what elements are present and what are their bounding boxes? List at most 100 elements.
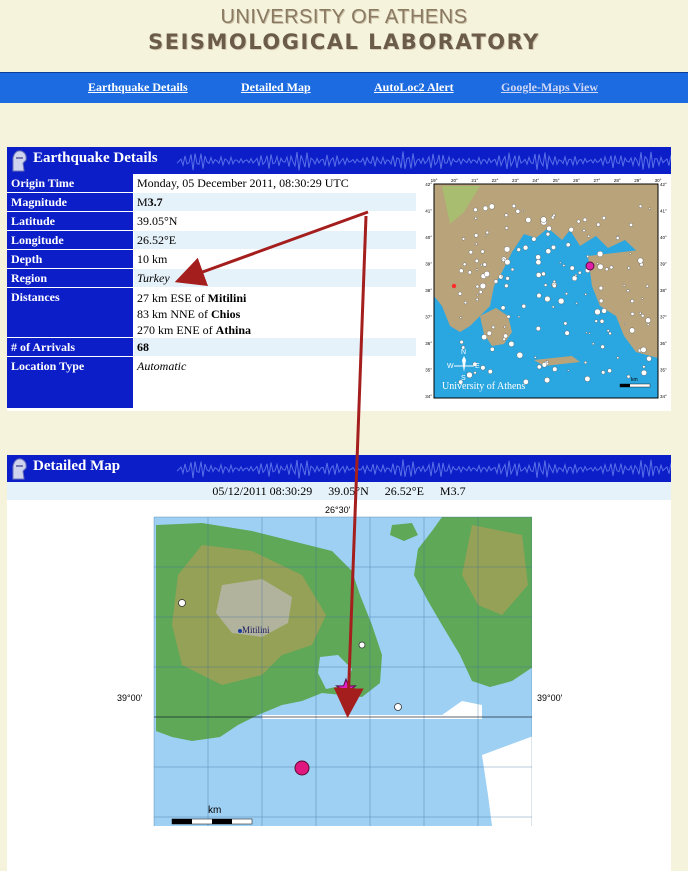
nav-link-earthquake-details[interactable]: Earthquake Details	[88, 80, 188, 95]
seismicity-dot	[545, 232, 550, 237]
details-title: Earthquake Details	[33, 150, 158, 166]
small-event-marker	[358, 641, 366, 649]
city-label-mitilini: Mitilini	[242, 625, 270, 635]
seismicity-dot	[535, 272, 542, 278]
detail-row-origin-time: Origin Time Monday, 05 December 2011, 08…	[7, 174, 416, 193]
detail-row-distances: Distances 27 km ESE of Mitilini 83 km NN…	[7, 288, 416, 338]
tick-label: 27°	[594, 178, 601, 183]
seismicity-dot	[473, 371, 477, 375]
map-title: Detailed Map	[33, 458, 121, 474]
seismicity-dot	[463, 300, 468, 305]
svg-text:km: km	[631, 377, 638, 383]
seismicity-dot	[598, 298, 604, 304]
detail-label: Latitude	[7, 212, 133, 231]
detail-label: Origin Time	[7, 174, 133, 193]
seismicity-dot	[506, 314, 511, 319]
overview-map[interactable]: 19° 20° 21° 22° 23° 24° 25° 26° 27° 28° 29° 30° 42°…	[420, 176, 670, 406]
seismicity-dot	[630, 299, 635, 304]
tick-label: 22°	[492, 178, 499, 183]
seismicity-dot	[606, 329, 610, 333]
seismicity-dot	[609, 265, 614, 270]
overview-event-marker	[585, 261, 595, 271]
seismicity-dot	[483, 270, 490, 277]
tick-label: 28°	[614, 178, 621, 183]
seismicity-dot	[584, 375, 591, 382]
tick-label: 41°	[425, 209, 432, 214]
seismicity-dot	[503, 325, 506, 329]
detail-value: 10 km	[134, 250, 416, 269]
seismicity-dot	[641, 369, 647, 376]
seismicity-dot	[569, 265, 575, 271]
seismicity-dot	[541, 271, 546, 277]
detailed-map[interactable]: 26°30' Mitilini km	[142, 505, 532, 826]
seismicity-dot	[586, 255, 590, 258]
seismicity-dot	[531, 236, 537, 242]
content-area: Earthquake Details Origin Time Monday, 0…	[0, 103, 688, 871]
seismicity-dot	[591, 342, 595, 346]
caption-lat: 39.05°N	[328, 484, 369, 498]
nav-link-google-maps-view[interactable]: Google-Maps View	[501, 80, 598, 95]
seismicity-dot	[582, 229, 586, 233]
magnitude-prefix: M	[137, 195, 148, 209]
seismicity-dot	[645, 284, 649, 288]
seismicity-dot	[466, 371, 473, 379]
small-event-marker	[178, 599, 186, 607]
seismicity-dot	[546, 360, 549, 364]
seismicity-dot	[599, 319, 605, 324]
tick-label: 24°	[532, 178, 539, 183]
svg-text:W: W	[447, 363, 454, 370]
seismicity-dot	[597, 263, 604, 270]
seismicity-dot	[480, 249, 485, 254]
seismicity-dot	[640, 346, 647, 353]
seismicity-dot	[491, 325, 496, 330]
seismicity-dot	[601, 216, 606, 220]
seismicity-dot	[459, 316, 462, 319]
seismicity-dot	[594, 308, 601, 316]
detail-label: Distances	[7, 288, 133, 338]
seismicity-dot	[629, 327, 636, 334]
seismicity-dot	[544, 377, 551, 384]
seismicity-dot	[480, 365, 486, 371]
seismicity-dot	[504, 213, 509, 218]
seismicity-dot	[510, 267, 515, 272]
map-right-tick: 39°00'	[537, 693, 563, 703]
tick-label: 35°	[425, 368, 432, 373]
magnitude-value: 3.7	[147, 195, 163, 209]
tick-label: 21°	[471, 178, 478, 183]
helmet-logo-icon	[12, 458, 27, 480]
detail-value: 39.05°N	[134, 212, 416, 231]
seismicity-dot	[459, 340, 464, 345]
svg-text:N: N	[461, 349, 466, 356]
seismicity-dot	[475, 297, 479, 301]
seismicity-dot	[550, 215, 555, 220]
seismicity-dot	[565, 292, 568, 296]
seismicity-dot	[588, 332, 591, 335]
seismicity-dot	[630, 311, 635, 316]
nav-link-autoloc2-alert[interactable]: AutoLoc2 Alert	[374, 80, 454, 95]
seismicity-dot	[576, 219, 581, 224]
seismicity-dot	[536, 293, 542, 299]
seismicity-dot	[478, 290, 483, 294]
seismicity-dot	[551, 245, 556, 250]
tick-label: 34°	[660, 394, 667, 399]
seismicity-dot	[503, 246, 511, 253]
seismicity-dot	[646, 323, 650, 326]
seismicity-dot	[648, 207, 651, 210]
detail-value: 68	[134, 338, 416, 357]
seismicity-dot	[541, 362, 548, 368]
seismicity-dot	[638, 204, 643, 208]
seismicity-dot	[525, 217, 532, 223]
seismicity-dot	[515, 209, 521, 214]
detail-row-region: Region Turkey	[7, 269, 416, 288]
tick-label: 20°	[451, 178, 458, 183]
nav-link-detailed-map[interactable]: Detailed Map	[241, 80, 311, 95]
seismicity-dot	[600, 344, 605, 349]
seismicity-dot	[500, 305, 506, 311]
seismicity-dot	[575, 302, 578, 305]
seismicity-dot	[645, 317, 651, 324]
seismicity-dot	[543, 283, 548, 287]
seismicity-dot	[582, 217, 587, 222]
seismicity-dot	[545, 248, 552, 254]
seismicity-dot	[601, 370, 606, 375]
detail-value: Automatic	[134, 357, 416, 409]
